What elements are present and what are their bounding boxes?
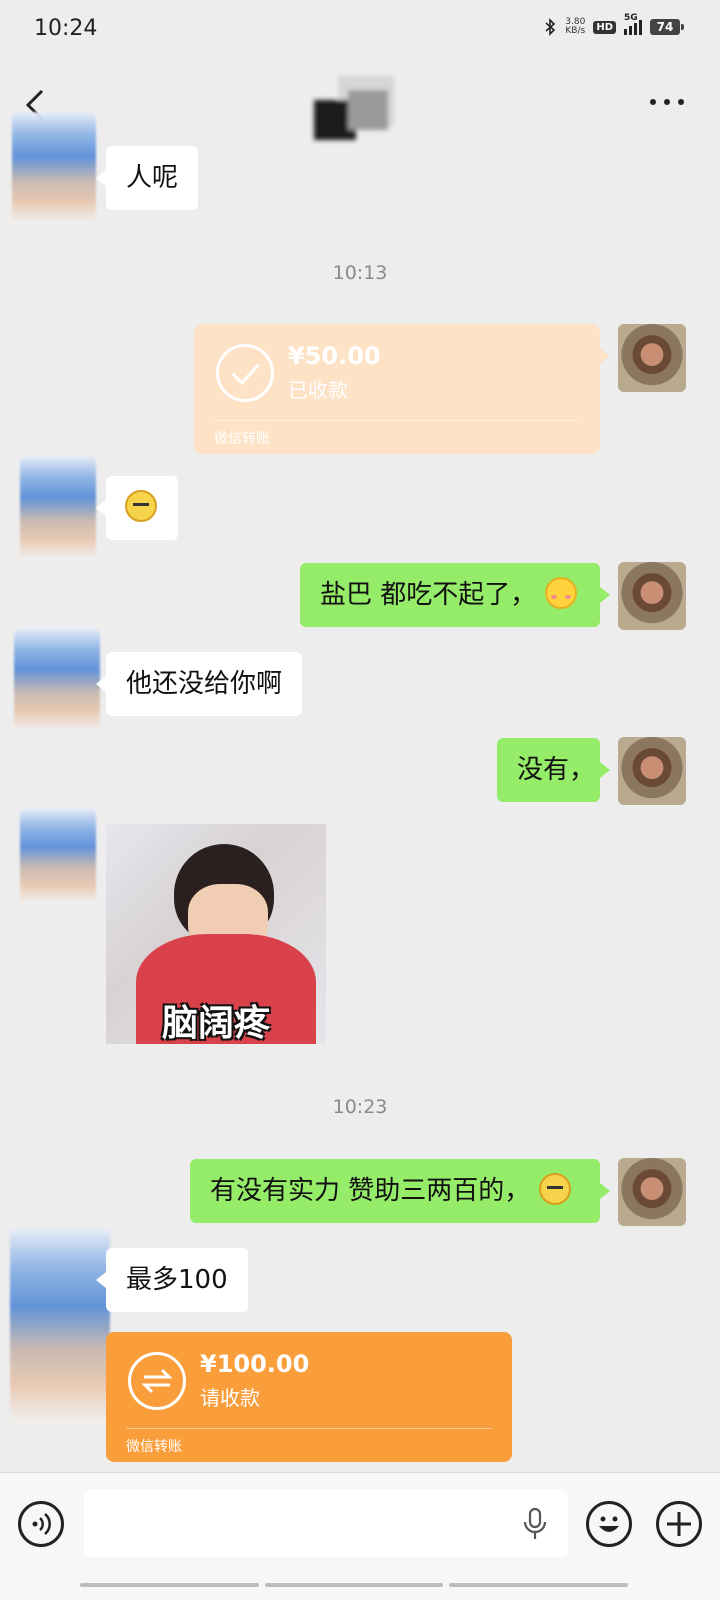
bluetooth-icon bbox=[545, 18, 556, 36]
voice-icon[interactable] bbox=[18, 1501, 64, 1547]
transfer-status: 请收款 bbox=[200, 1386, 260, 1410]
check-icon bbox=[216, 344, 274, 402]
transfer-footer: 微信转账 bbox=[214, 431, 270, 447]
contact-avatar[interactable] bbox=[10, 1228, 110, 1424]
contact-avatar[interactable] bbox=[20, 456, 96, 560]
battery-icon: 74 bbox=[650, 19, 684, 35]
hd-badge: HD bbox=[593, 20, 616, 34]
smiley-icon[interactable] bbox=[586, 1501, 632, 1547]
cat-emoji-icon bbox=[125, 489, 157, 522]
message-input[interactable] bbox=[84, 1489, 568, 1557]
message-bubble[interactable]: 有没有实力 赞助三两百的， bbox=[190, 1159, 610, 1223]
transfer-arrows-icon bbox=[128, 1352, 186, 1410]
signal-icon: 5G bbox=[624, 13, 642, 35]
cat-emoji-icon bbox=[538, 1172, 571, 1205]
timestamp: 10:13 bbox=[332, 262, 388, 284]
blush-emoji-icon bbox=[544, 576, 577, 609]
contact-avatar[interactable] bbox=[20, 808, 96, 904]
message-bubble[interactable]: 人呢 bbox=[95, 146, 199, 210]
transfer-amount: ¥100.00 bbox=[200, 1350, 310, 1378]
message-bubble[interactable] bbox=[96, 476, 178, 540]
self-avatar[interactable] bbox=[618, 324, 686, 392]
contact-title-image bbox=[314, 76, 394, 140]
message-bubble[interactable]: 盐巴 都吃不起了， bbox=[300, 563, 610, 627]
message-text: 盐巴 都吃不起了， bbox=[320, 580, 537, 610]
divider bbox=[126, 1428, 492, 1429]
gesture-bar bbox=[80, 1583, 629, 1587]
transfer-card[interactable]: ¥100.00 请收款 微信转账 bbox=[106, 1332, 512, 1462]
contact-avatar[interactable] bbox=[14, 628, 100, 732]
self-avatar[interactable] bbox=[618, 737, 686, 805]
network-speed: 3.80 KB/s bbox=[565, 17, 586, 36]
plus-icon[interactable] bbox=[656, 1501, 702, 1547]
timestamp: 10:23 bbox=[332, 1096, 388, 1118]
self-avatar[interactable] bbox=[618, 1158, 686, 1226]
self-avatar[interactable] bbox=[618, 562, 686, 630]
network-type: 5G bbox=[624, 13, 638, 23]
mic-icon[interactable] bbox=[522, 1507, 548, 1541]
chat-header bbox=[0, 58, 720, 150]
status-bar: 10:24 3.80 KB/s HD 5G 74 bbox=[0, 0, 720, 58]
divider bbox=[214, 420, 580, 421]
transfer-footer: 微信转账 bbox=[126, 1439, 182, 1455]
contact-avatar[interactable] bbox=[12, 112, 96, 224]
more-dots-icon[interactable] bbox=[650, 92, 684, 112]
message-text: 有没有实力 赞助三两百的， bbox=[210, 1176, 531, 1206]
transfer-card[interactable]: ¥50.00 已收款 微信转账 bbox=[194, 324, 610, 454]
transfer-amount: ¥50.00 bbox=[288, 342, 381, 370]
status-icons: 3.80 KB/s HD 5G 74 bbox=[543, 13, 684, 36]
transfer-status: 已收款 bbox=[288, 378, 348, 402]
status-time: 10:24 bbox=[34, 16, 98, 41]
message-bubble[interactable]: 没有， bbox=[497, 738, 610, 802]
input-bar bbox=[0, 1472, 720, 1600]
message-bubble[interactable]: 最多100 bbox=[96, 1248, 248, 1312]
sticker-caption: 脑阔疼 bbox=[161, 1003, 270, 1044]
sticker-image[interactable]: 脑阔疼 bbox=[106, 824, 326, 1044]
message-bubble[interactable]: 他还没给你啊 bbox=[95, 652, 303, 716]
